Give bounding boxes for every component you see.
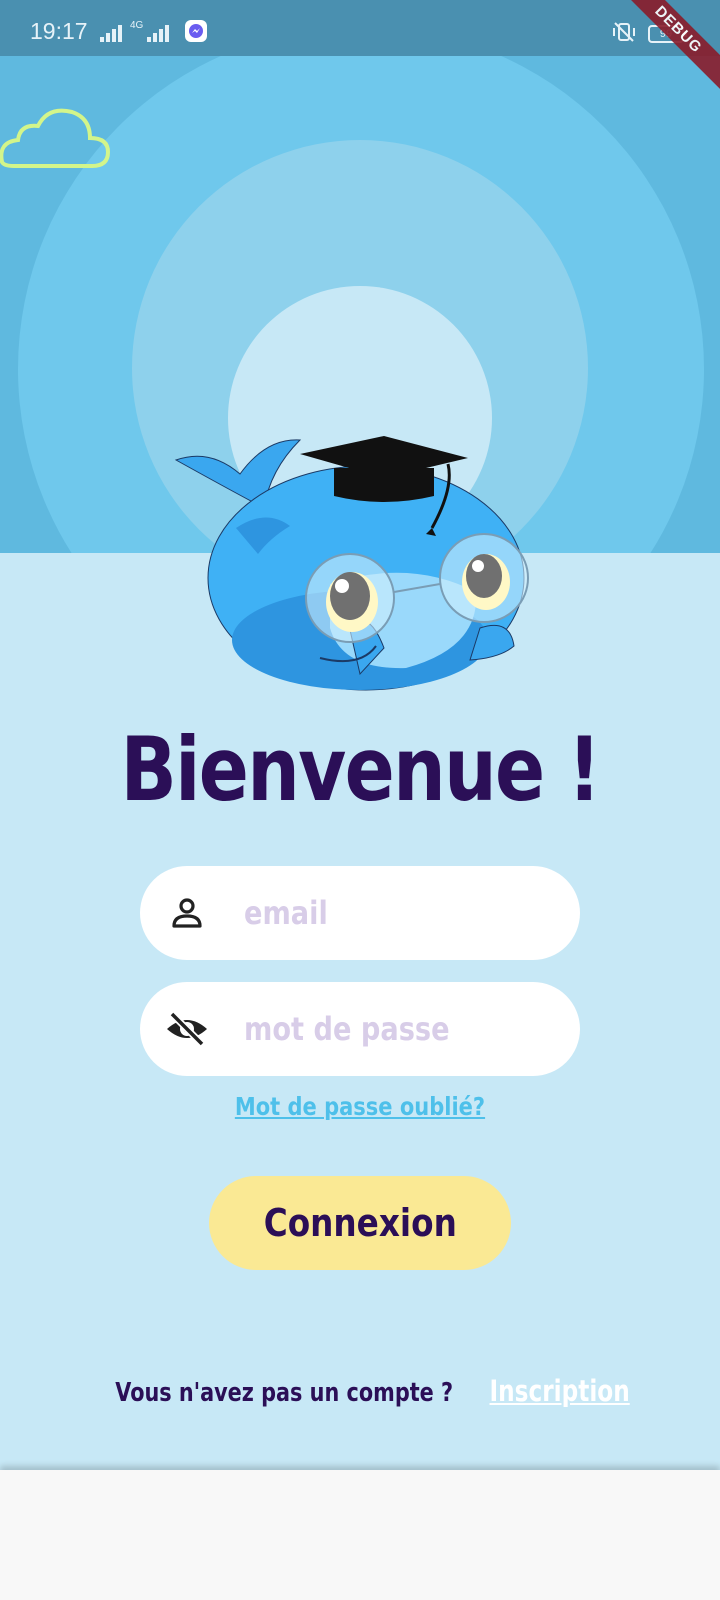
status-bar: 19:17 4G 99 [0, 0, 720, 56]
password-field[interactable] [140, 982, 580, 1076]
signal-icon-2 [147, 22, 170, 42]
messenger-icon [185, 20, 208, 42]
status-time: 19:17 [30, 18, 88, 44]
login-button[interactable]: Connexion [209, 1176, 511, 1270]
login-screen: Bienvenue ! Mot de passe oublié? Connexi… [0, 56, 720, 1470]
welcome-title: Bienvenue ! [120, 718, 601, 821]
signal-icon [100, 22, 122, 42]
email-input[interactable] [244, 894, 499, 932]
forgot-password-row: Mot de passe oublié? [0, 1092, 720, 1121]
signup-row: Vous n'avez pas un compte ? Inscription [0, 1374, 720, 1408]
signup-question: Vous n'avez pas un compte ? [114, 1378, 453, 1408]
user-icon [162, 888, 212, 938]
dolphin-mascot [174, 436, 529, 691]
bottom-area [0, 1470, 720, 1600]
cloud-icon [0, 108, 111, 168]
email-field[interactable] [140, 866, 580, 960]
vibrate-off-icon [612, 22, 636, 46]
eye-off-icon[interactable] [162, 1004, 212, 1054]
login-button-label: Connexion [263, 1201, 457, 1245]
signup-link[interactable]: Inscription [490, 1374, 630, 1408]
status-icons-left: 4G [100, 20, 208, 42]
forgot-password-link[interactable]: Mot de passe oublié? [235, 1092, 485, 1121]
network-type-label: 4G [130, 20, 144, 31]
password-input[interactable] [244, 1010, 499, 1048]
